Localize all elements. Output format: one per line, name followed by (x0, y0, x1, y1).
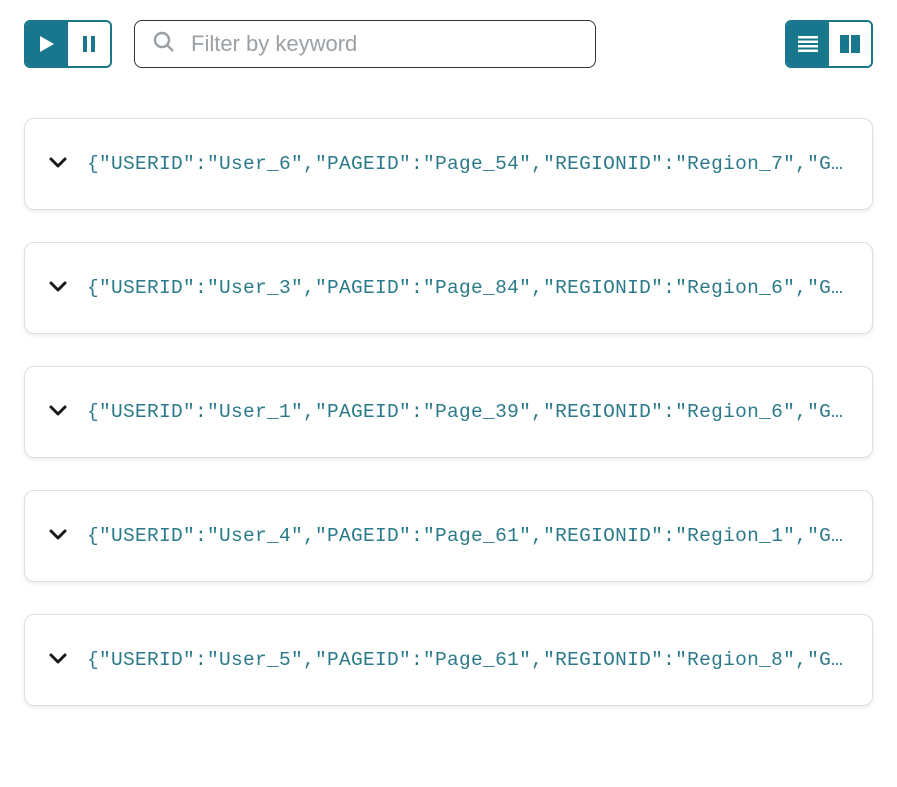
search-icon (152, 30, 176, 58)
filter-input[interactable] (134, 20, 596, 68)
records-list[interactable]: {"USERID":"User_6","PAGEID":"Page_54","R… (0, 86, 897, 786)
record-card[interactable]: {"USERID":"User_6","PAGEID":"Page_54","R… (24, 118, 873, 210)
play-icon (40, 36, 54, 52)
record-card[interactable]: {"USERID":"User_5","PAGEID":"Page_61","R… (24, 614, 873, 706)
column-view-button[interactable] (829, 22, 871, 66)
pause-button[interactable] (68, 22, 110, 66)
view-toggle-group (785, 20, 873, 68)
list-icon (798, 36, 818, 52)
record-card[interactable]: {"USERID":"User_1","PAGEID":"Page_39","R… (24, 366, 873, 458)
record-card[interactable]: {"USERID":"User_4","PAGEID":"Page_61","R… (24, 490, 873, 582)
record-text: {"USERID":"User_1","PAGEID":"Page_39","R… (87, 401, 850, 423)
play-button[interactable] (26, 22, 68, 66)
columns-icon (840, 35, 860, 53)
record-text: {"USERID":"User_6","PAGEID":"Page_54","R… (87, 153, 850, 175)
list-view-button[interactable] (787, 22, 829, 66)
pause-icon (82, 36, 96, 52)
chevron-down-icon[interactable] (47, 275, 69, 301)
chevron-down-icon[interactable] (47, 647, 69, 673)
toolbar (0, 0, 897, 86)
record-text: {"USERID":"User_3","PAGEID":"Page_84","R… (87, 277, 850, 299)
chevron-down-icon[interactable] (47, 399, 69, 425)
record-text: {"USERID":"User_4","PAGEID":"Page_61","R… (87, 525, 850, 547)
play-pause-group (24, 20, 112, 68)
filter-wrap (134, 20, 596, 68)
chevron-down-icon[interactable] (47, 523, 69, 549)
record-text: {"USERID":"User_5","PAGEID":"Page_61","R… (87, 649, 850, 671)
record-card[interactable]: {"USERID":"User_3","PAGEID":"Page_84","R… (24, 242, 873, 334)
chevron-down-icon[interactable] (47, 151, 69, 177)
